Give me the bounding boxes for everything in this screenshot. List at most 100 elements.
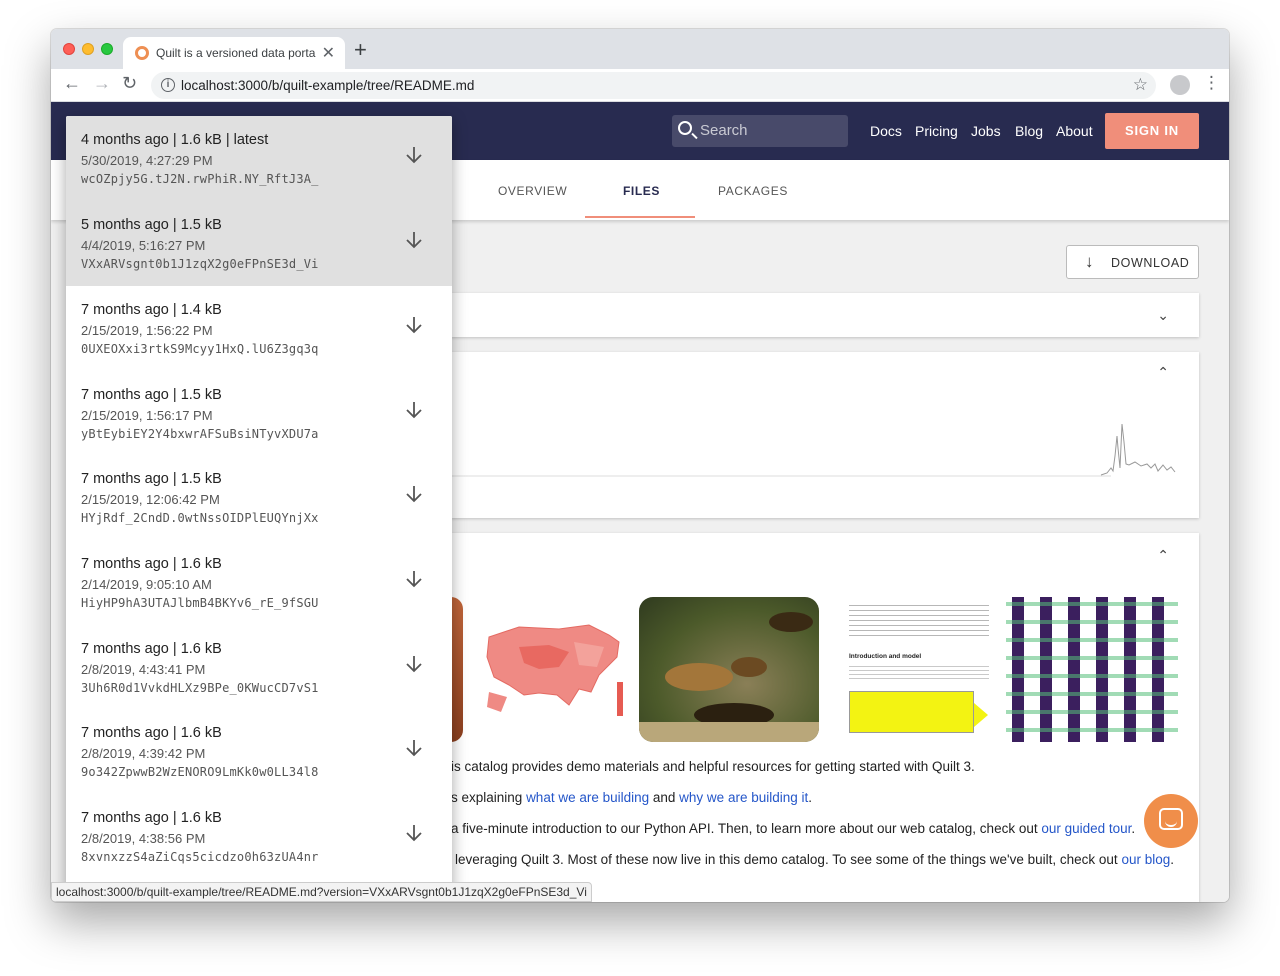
close-tab-icon[interactable]: ✕ bbox=[322, 43, 335, 63]
browser-menu-icon[interactable]: ⋮ bbox=[1203, 73, 1220, 93]
search-input[interactable]: Search bbox=[672, 115, 848, 147]
version-item[interactable]: 7 months ago | 1.6 kB 2/14/2019, 9:05:10… bbox=[66, 540, 452, 625]
download-arrow-icon[interactable] bbox=[402, 736, 426, 760]
tab-files[interactable]: FILES bbox=[623, 184, 660, 198]
what-we-are-building-link[interactable]: what we are building bbox=[526, 790, 649, 805]
browser-tab[interactable]: Quilt is a versioned data portal ✕ bbox=[123, 37, 345, 69]
readme-line-4: leveraging Quilt 3. Most of these now li… bbox=[455, 852, 1174, 867]
version-item[interactable]: 7 months ago | 1.6 kB 2/8/2019, 4:39:42 … bbox=[66, 709, 452, 794]
version-item[interactable]: 7 months ago | 1.6 kB 2/8/2019, 4:38:56 … bbox=[66, 794, 452, 879]
minimize-window-button[interactable] bbox=[82, 43, 94, 55]
version-item[interactable]: 5 months ago | 1.5 kB 4/4/2019, 5:16:27 … bbox=[66, 201, 452, 286]
sparkline-chart bbox=[451, 423, 1176, 477]
tab-packages[interactable]: PACKAGES bbox=[718, 184, 788, 198]
forward-icon[interactable]: → bbox=[93, 73, 111, 94]
download-arrow-icon[interactable] bbox=[402, 821, 426, 845]
readme-text: . bbox=[1170, 852, 1174, 867]
notebook-heading: Introduction and model bbox=[849, 653, 922, 660]
image-grid-thumbnail[interactable] bbox=[1006, 597, 1178, 742]
search-icon bbox=[678, 121, 692, 135]
version-summary: 7 months ago | 1.5 kB bbox=[81, 471, 222, 487]
version-item[interactable]: 4 months ago | 1.6 kB | latest 5/30/2019… bbox=[66, 116, 452, 201]
download-arrow-icon[interactable] bbox=[402, 652, 426, 676]
download-arrow-icon: ↓ bbox=[1085, 252, 1094, 271]
reload-icon[interactable]: ↻ bbox=[122, 73, 137, 94]
profile-avatar[interactable] bbox=[1170, 75, 1190, 95]
collapsed-section-card[interactable]: ⌄ bbox=[451, 293, 1199, 337]
address-bar[interactable]: i localhost:3000/b/quilt-example/tree/RE… bbox=[151, 72, 1156, 99]
us-map-image bbox=[486, 624, 623, 716]
version-id: 9o342ZpwwB2WzENORO9LmKk0w0LL34l8 bbox=[81, 765, 319, 779]
thumbnail-partial-image[interactable] bbox=[451, 597, 463, 742]
sparkline-path bbox=[1100, 423, 1176, 476]
version-date: 2/8/2019, 4:38:56 PM bbox=[81, 831, 206, 846]
maximize-window-button[interactable] bbox=[101, 43, 113, 55]
version-summary: 7 months ago | 1.6 kB bbox=[81, 556, 222, 572]
sign-in-button[interactable]: SIGN IN bbox=[1105, 113, 1199, 149]
readme-text: is catalog provides demo materials and h… bbox=[451, 759, 975, 774]
address-url[interactable]: localhost:3000/b/quilt-example/tree/READ… bbox=[181, 78, 474, 93]
version-date: 2/8/2019, 4:43:41 PM bbox=[81, 662, 206, 677]
version-date: 2/15/2019, 1:56:17 PM bbox=[81, 408, 213, 423]
version-item[interactable]: 7 months ago | 1.5 kB 2/15/2019, 12:06:4… bbox=[66, 455, 452, 540]
version-summary: 7 months ago | 1.6 kB bbox=[81, 725, 222, 741]
version-summary: 7 months ago | 1.4 kB bbox=[81, 302, 222, 318]
nav-link-jobs[interactable]: Jobs bbox=[971, 123, 1001, 139]
version-item[interactable]: 7 months ago | 1.4 kB 2/15/2019, 1:56:22… bbox=[66, 286, 452, 371]
version-summary: 7 months ago | 1.6 kB bbox=[81, 810, 222, 826]
bees-photo-thumbnail[interactable] bbox=[639, 597, 819, 742]
why-we-are-building-it-link[interactable]: why we are building it bbox=[679, 790, 808, 805]
download-arrow-icon[interactable] bbox=[402, 482, 426, 506]
version-summary: 7 months ago | 1.6 kB bbox=[81, 641, 222, 657]
us-map-thumbnail[interactable] bbox=[479, 597, 629, 742]
info-icon[interactable]: i bbox=[161, 78, 175, 92]
quilt-favicon-icon bbox=[135, 46, 149, 60]
version-summary: 5 months ago | 1.5 kB bbox=[81, 217, 222, 233]
version-id: VXxARVsgnt0b1J1zqX2g0eFPnSE3d_Vi bbox=[81, 257, 319, 271]
our-blog-link[interactable]: our blog bbox=[1121, 852, 1170, 867]
readme-line-2: s explaining what we are building and wh… bbox=[451, 790, 812, 805]
version-summary: 7 months ago | 1.5 kB bbox=[81, 387, 222, 403]
search-placeholder: Search bbox=[700, 122, 748, 139]
version-date: 2/15/2019, 1:56:22 PM bbox=[81, 323, 213, 338]
version-id: HYjRdf_2CndD.0wtNssOIDPlEUQYnjXx bbox=[81, 511, 319, 525]
download-arrow-icon[interactable] bbox=[402, 313, 426, 337]
image-grid-cells bbox=[1006, 597, 1178, 742]
version-id: yBtEybiEY2Y4bxwrAFSuBsiNTyvXDU7a bbox=[81, 427, 319, 441]
diagram-arrow-icon bbox=[974, 703, 988, 727]
guided-tour-link[interactable]: our guided tour bbox=[1041, 821, 1131, 836]
new-tab-button[interactable]: + bbox=[354, 37, 367, 63]
back-icon[interactable]: ← bbox=[63, 73, 81, 94]
close-window-button[interactable] bbox=[63, 43, 75, 55]
nav-link-blog[interactable]: Blog bbox=[1015, 123, 1043, 139]
browser-toolbar: ← → ↻ i localhost:3000/b/quilt-example/t… bbox=[51, 69, 1229, 102]
download-arrow-icon[interactable] bbox=[402, 228, 426, 252]
nav-link-pricing[interactable]: Pricing bbox=[915, 123, 958, 139]
download-arrow-icon[interactable] bbox=[402, 567, 426, 591]
version-item[interactable]: 7 months ago | 1.6 kB 2/8/2019, 4:43:41 … bbox=[66, 625, 452, 710]
download-arrow-icon[interactable] bbox=[402, 143, 426, 167]
download-button[interactable]: ↓ DOWNLOAD bbox=[1066, 245, 1199, 279]
bookmark-star-icon[interactable]: ☆ bbox=[1133, 75, 1148, 95]
version-date: 4/4/2019, 5:16:27 PM bbox=[81, 238, 206, 253]
download-arrow-icon[interactable] bbox=[402, 398, 426, 422]
nav-link-docs[interactable]: Docs bbox=[870, 123, 902, 139]
chevron-down-icon[interactable]: ⌄ bbox=[1157, 307, 1169, 324]
tab-overview[interactable]: OVERVIEW bbox=[498, 184, 567, 198]
readme-line-3: a five-minute introduction to our Python… bbox=[451, 821, 1135, 836]
chat-launcher-button[interactable] bbox=[1144, 794, 1198, 848]
download-label: DOWNLOAD bbox=[1111, 256, 1190, 270]
notebook-thumbnail[interactable]: Introduction and model bbox=[829, 597, 999, 742]
chevron-up-icon[interactable]: ⌃ bbox=[1157, 547, 1169, 564]
version-item[interactable]: 7 months ago | 1.5 kB 2/15/2019, 1:56:17… bbox=[66, 371, 452, 456]
readme-text: s explaining bbox=[451, 790, 527, 805]
notebook-code-lines bbox=[849, 601, 989, 637]
version-summary: 4 months ago | 1.6 kB | latest bbox=[81, 132, 269, 148]
version-id: HiyHP9hA3UTAJlbmB4BKYv6_rE_9fSGU bbox=[81, 596, 319, 610]
version-date: 2/15/2019, 12:06:42 PM bbox=[81, 492, 220, 507]
version-date: 2/8/2019, 4:39:42 PM bbox=[81, 746, 206, 761]
nav-link-about[interactable]: About bbox=[1056, 123, 1093, 139]
version-id: 3Uh6R0d1VvkdHLXz9BPe_0KWucCD7vS1 bbox=[81, 681, 319, 695]
active-tab-indicator bbox=[585, 216, 695, 218]
readme-text: . bbox=[1131, 821, 1136, 836]
